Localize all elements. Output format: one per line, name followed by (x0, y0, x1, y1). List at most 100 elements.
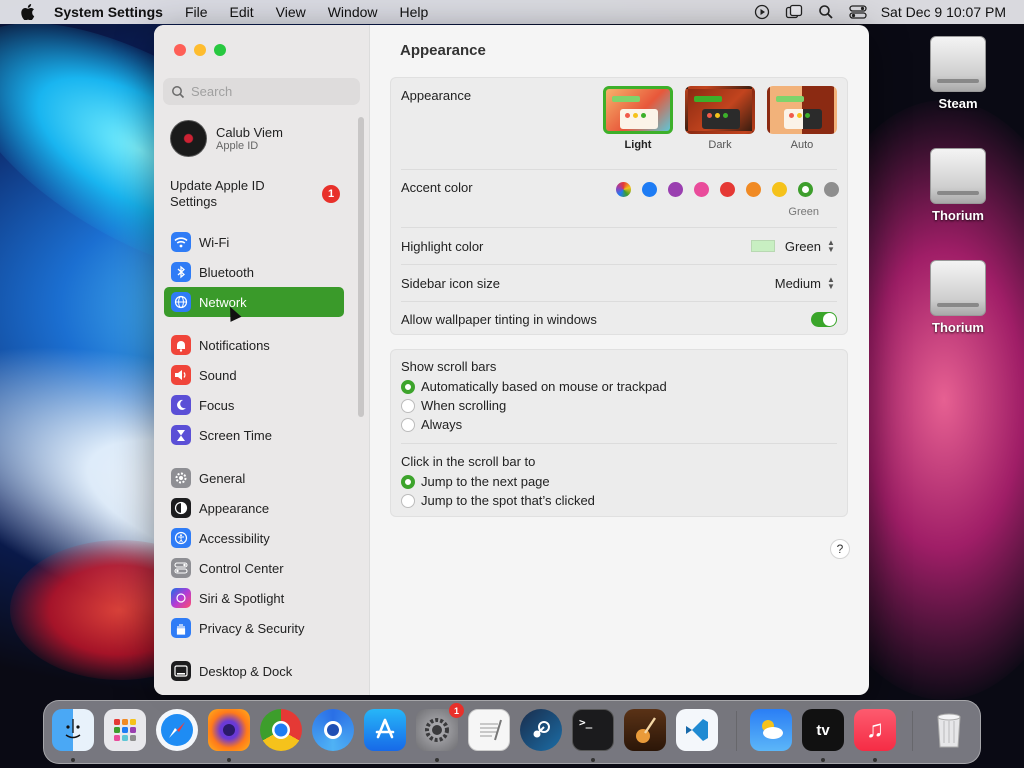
auto-theme-preview (767, 86, 837, 134)
sidebar-item-general[interactable]: General (164, 463, 344, 493)
dock-app-garageband[interactable] (624, 709, 666, 751)
appearance-option-light[interactable]: Light (603, 86, 673, 151)
close-button[interactable] (174, 44, 186, 56)
accent-blue[interactable] (642, 182, 657, 197)
menu-app-name[interactable]: System Settings (54, 4, 163, 20)
dock-app-steam[interactable] (520, 709, 562, 751)
radio-scroll-always[interactable]: Always (401, 417, 837, 432)
minimize-button[interactable] (194, 44, 206, 56)
desktop-icon-thorium[interactable]: Thorium (913, 148, 1003, 223)
sidebar-item-notifications[interactable]: Notifications (164, 330, 344, 360)
dock-app-vscode[interactable] (676, 709, 718, 751)
radio-scroll-automatic[interactable]: Automatically based on mouse or trackpad (401, 379, 837, 394)
appearance-settings-card: Appearance Light Dark Auto Accent color … (390, 77, 848, 335)
update-apple-id-label: Update Apple ID Settings (170, 178, 265, 209)
highlight-color-popup[interactable]: Green ▲ ▼ (750, 238, 837, 254)
firefox-icon (223, 724, 235, 736)
dock-app-finder[interactable] (52, 709, 94, 751)
search-input[interactable] (191, 84, 351, 99)
sidebar-item-network[interactable]: Network (164, 287, 344, 317)
sidebar-item-sound[interactable]: Sound (164, 360, 344, 390)
dock-app-chrome[interactable] (260, 709, 302, 751)
apple-menu-icon[interactable] (18, 2, 38, 22)
menu-help[interactable]: Help (400, 4, 429, 20)
dock-app-launchpad[interactable] (104, 709, 146, 751)
dock-app-system-settings[interactable]: 1 (416, 703, 464, 751)
drive-icon (930, 148, 986, 204)
highlight-color-label: Highlight color (401, 238, 484, 254)
accent-graphite[interactable] (824, 182, 839, 197)
accent-purple[interactable] (668, 182, 683, 197)
sidebar-item-appearance[interactable]: Appearance (164, 493, 344, 523)
sidebar-item-bluetooth[interactable]: Bluetooth (164, 257, 344, 287)
sidebar-item-desktop-dock[interactable]: Desktop & Dock (164, 656, 344, 686)
sidebar-item-privacy-security[interactable]: Privacy & Security (164, 613, 344, 643)
wallpaper-tinting-label: Allow wallpaper tinting in windows (401, 312, 597, 327)
desktop-icon-thorium-2[interactable]: Thorium (913, 260, 1003, 335)
sidebar-item-screen-time[interactable]: Screen Time (164, 420, 344, 450)
sidebar-item-label: Notifications (199, 337, 270, 353)
desktop-icon-label: Steam (938, 96, 978, 111)
search-field[interactable] (163, 78, 360, 105)
dock-app-music[interactable]: ♫ (854, 709, 896, 751)
appearance-option-auto[interactable]: Auto (767, 86, 837, 151)
profile-subtitle: Apple ID (216, 140, 259, 152)
sidebar-icon-size-popup[interactable]: Medium ▲ ▼ (775, 275, 837, 291)
running-indicator (435, 758, 439, 762)
radio-scroll-when-scrolling[interactable]: When scrolling (401, 398, 837, 413)
window-controls (174, 44, 226, 56)
sidebar-item-focus[interactable]: Focus (164, 390, 344, 420)
wallpaper-tinting-toggle[interactable] (811, 312, 837, 327)
dock-app-terminal[interactable]: >_ (572, 709, 614, 751)
menu-clock[interactable]: Sat Dec 9 10:07 PM (881, 4, 1006, 20)
apple-id-profile[interactable]: Calub Viem Apple ID (170, 120, 283, 157)
windows-icon[interactable] (785, 4, 803, 20)
chrome-icon (272, 721, 290, 739)
dock-trash[interactable] (928, 709, 970, 751)
radio-button[interactable] (401, 379, 415, 394)
sidebar-item-wifi[interactable]: Wi-Fi (164, 227, 344, 257)
desktop-icon-steam[interactable]: Steam (913, 36, 1003, 111)
sidebar-item-control-center[interactable]: Control Center (164, 553, 344, 583)
radio-button[interactable] (401, 493, 415, 508)
dock-app-app-store[interactable] (364, 709, 406, 751)
dock-app-firefox[interactable] (208, 709, 250, 751)
sidebar-item-accessibility[interactable]: Accessibility (164, 523, 344, 553)
sidebar-item-siri-spotlight[interactable]: Siri & Spotlight (164, 583, 344, 613)
dock-app-apple-tv[interactable]: tv (802, 709, 844, 751)
accessibility-icon (171, 528, 191, 548)
control-center-icon[interactable] (849, 4, 867, 20)
dock-app-textedit[interactable] (468, 709, 510, 751)
accent-color-label: Accent color (401, 180, 473, 195)
radio-button[interactable] (401, 417, 415, 432)
accent-yellow[interactable] (772, 182, 787, 197)
drive-icon (930, 36, 986, 92)
play-icon[interactable] (753, 4, 771, 20)
menu-view[interactable]: View (276, 4, 306, 20)
radio-button[interactable] (401, 474, 415, 489)
music-note-icon: ♫ (866, 716, 884, 743)
menu-file[interactable]: File (185, 4, 208, 20)
dock-app-safari[interactable] (156, 709, 198, 751)
zoom-button[interactable] (214, 44, 226, 56)
spotlight-search-icon[interactable] (817, 4, 835, 20)
radio-jump-spot-clicked[interactable]: Jump to the spot that’s clicked (401, 493, 837, 508)
appearance-option-dark[interactable]: Dark (685, 86, 755, 151)
menu-window[interactable]: Window (328, 4, 378, 20)
dock-app-weather[interactable] (750, 709, 792, 751)
avatar (170, 120, 207, 157)
control-center-icon (171, 558, 191, 578)
radio-button[interactable] (401, 398, 415, 413)
sidebar-item-label: Screen Time (199, 427, 272, 443)
accent-green[interactable] (798, 182, 813, 197)
accent-orange[interactable] (746, 182, 761, 197)
update-apple-id-item[interactable]: Update Apple ID Settings 1 (170, 178, 340, 210)
dock-app-thorium[interactable] (312, 709, 354, 751)
sidebar-scrollbar[interactable] (358, 117, 364, 417)
accent-pink[interactable] (694, 182, 709, 197)
radio-jump-next-page[interactable]: Jump to the next page (401, 474, 837, 489)
accent-multicolor[interactable] (616, 182, 631, 197)
menu-edit[interactable]: Edit (230, 4, 254, 20)
help-button[interactable]: ? (830, 539, 850, 559)
accent-red[interactable] (720, 182, 735, 197)
